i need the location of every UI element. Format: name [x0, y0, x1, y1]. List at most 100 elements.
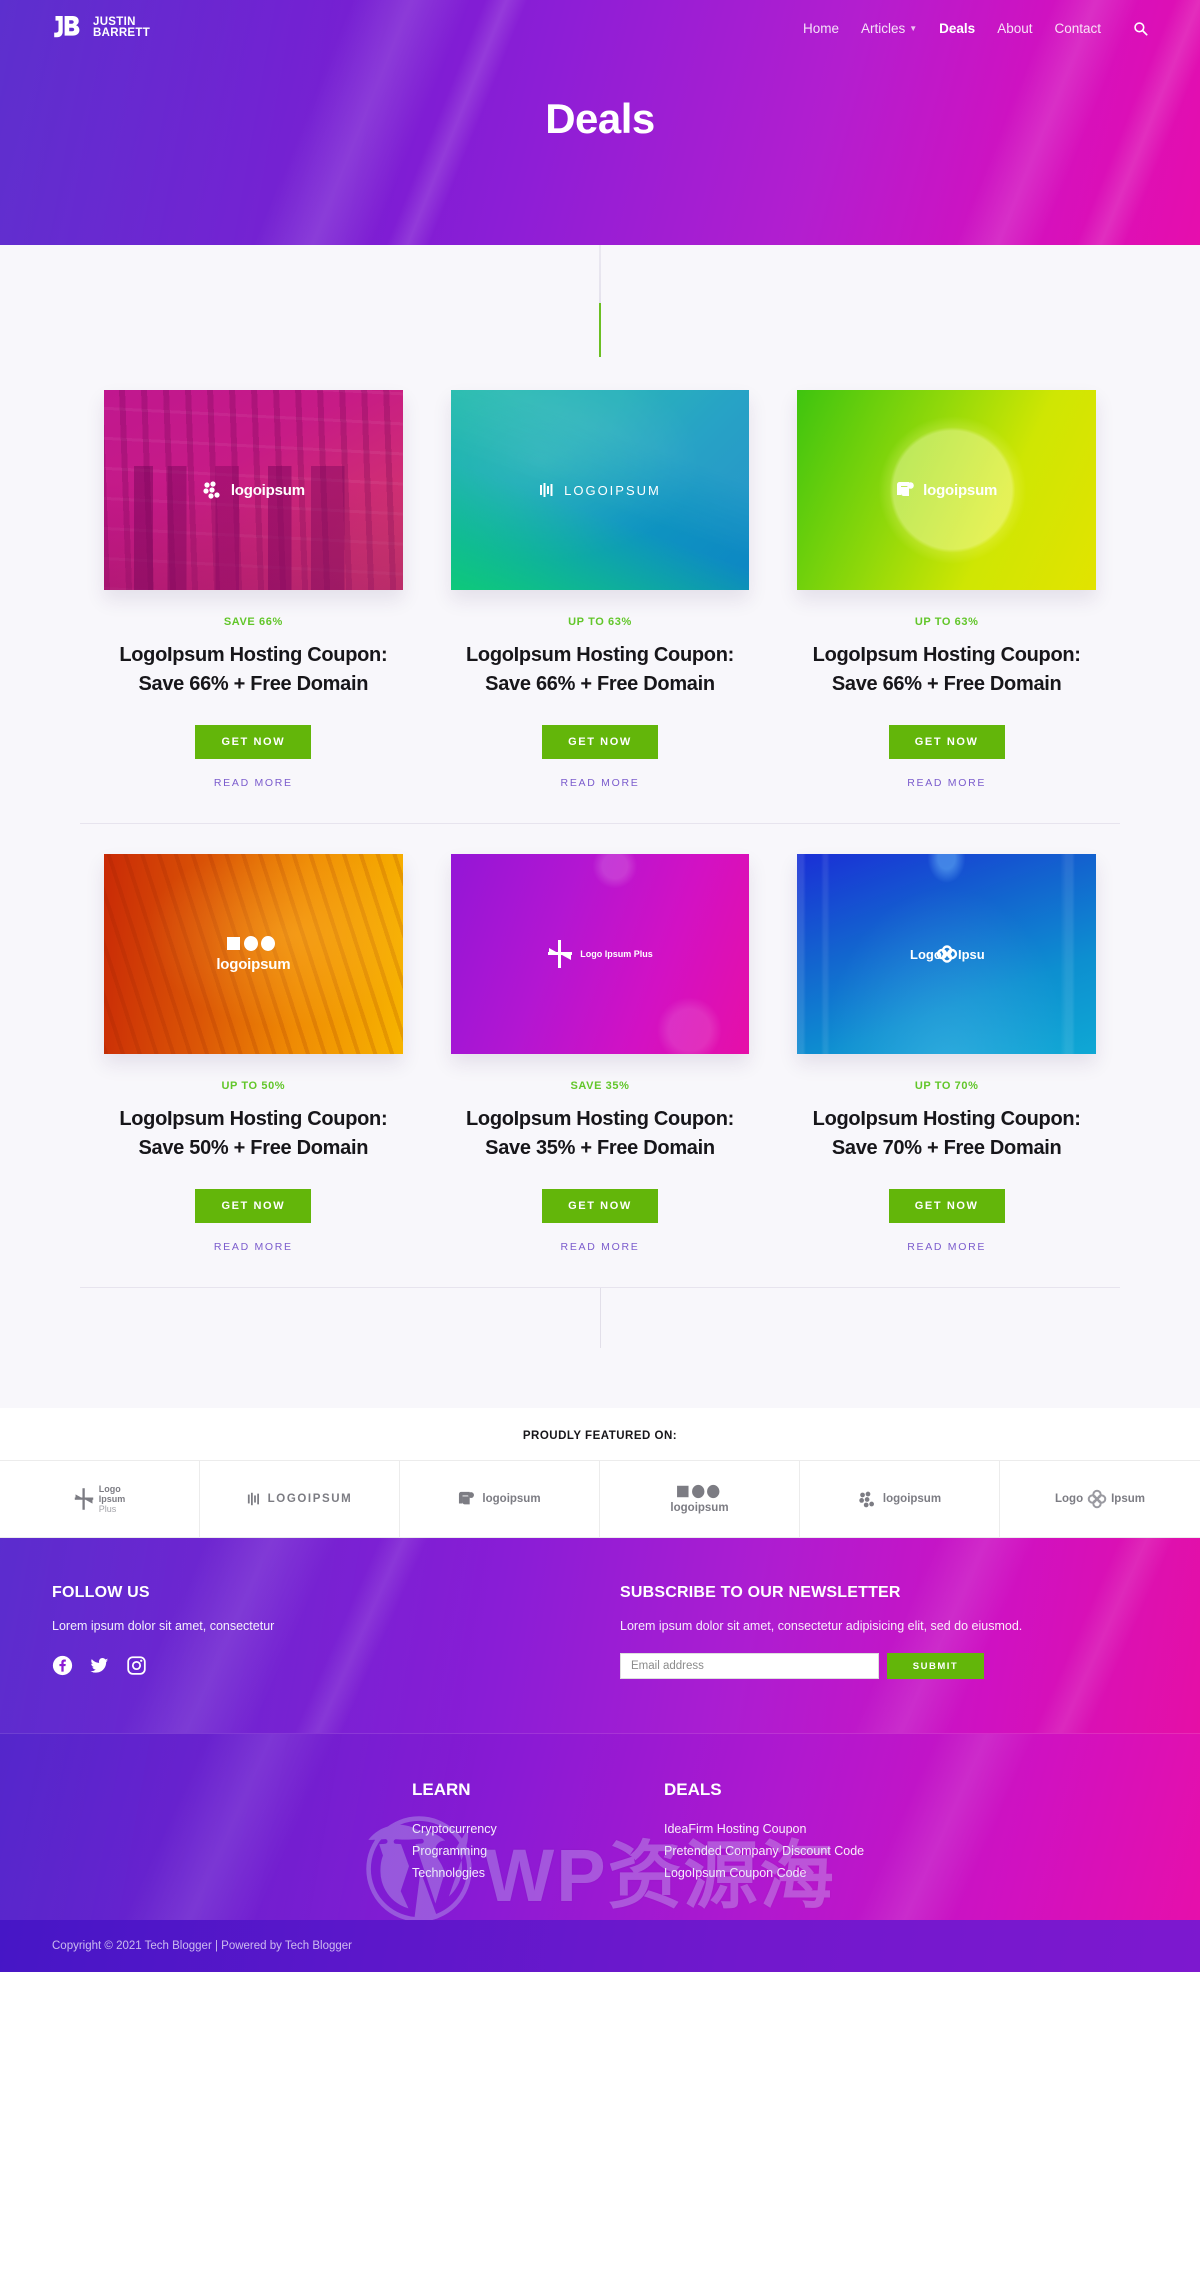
main-nav: Home Articles ▼ Deals About Contact	[803, 21, 1148, 36]
navigation-bar: JUSTIN BARRETT Home Articles ▼ Deals Abo…	[0, 0, 1200, 43]
featured-logo-line2: Ipsum	[98, 1494, 126, 1504]
follow-us-block: FOLLOW US Lorem ipsum dolor sit amet, co…	[52, 1584, 580, 1679]
deal-thumbnail[interactable]: logoipsum	[797, 390, 1096, 590]
deal-thumbnail[interactable]: logoipsum	[104, 390, 403, 590]
nav-label: About	[997, 20, 1033, 36]
copyright-text: Copyright © 2021 Tech Blogger | Powered …	[52, 1940, 352, 1952]
logo-ipsum-plus-icon: Logo Ipsum Plus	[547, 939, 653, 969]
footer-column-heading: LEARN	[412, 1780, 471, 1799]
featured-on-section: PROUDLY FEATURED ON: Logo Ipsum Plus LOG…	[0, 1408, 1200, 1538]
nav-item-home[interactable]: Home	[803, 21, 839, 36]
read-more-link[interactable]: READ MORE	[797, 777, 1096, 789]
logoipsum-bars-icon	[247, 1492, 259, 1506]
nav-label: Deals	[939, 20, 976, 36]
read-more-link[interactable]: READ MORE	[451, 777, 750, 789]
grid-bottom-divider	[80, 1288, 1120, 1348]
featured-logo-text: logoipsum	[882, 1493, 942, 1505]
nav-item-deals[interactable]: Deals	[939, 21, 975, 36]
section-divider	[0, 245, 1200, 390]
logo-ipsum-flower-icon: Logo Ipsum	[910, 942, 984, 966]
deal-badge: UP TO 50%	[221, 1080, 286, 1092]
footer-link[interactable]: Cryptocurrency	[412, 1822, 644, 1836]
deal-thumb-logo-text: Logo Ipsum Plus	[580, 949, 653, 959]
deal-title: LogoIpsum Hosting Coupon: Save 66% + Fre…	[812, 644, 1081, 695]
featured-on-title: PROUDLY FEATURED ON:	[522, 1430, 678, 1442]
svg-text:Ipsum: Ipsum	[958, 947, 984, 962]
nav-label: Home	[802, 20, 839, 36]
deal-thumbnail[interactable]: Logo Ipsum	[797, 854, 1096, 1054]
deal-title: LogoIpsum Hosting Coupon: Save 50% + Fre…	[119, 1108, 388, 1159]
get-now-button[interactable]: GET NOW	[542, 725, 658, 759]
facebook-icon[interactable]	[52, 1655, 73, 1676]
logoipsum-square-icon: logoipsum	[896, 481, 997, 500]
get-now-button[interactable]: GET NOW	[195, 1189, 312, 1223]
featured-logo-item[interactable]: LOGOIPSUM	[200, 1461, 400, 1537]
newsletter-block: SUBSCRIBE TO OUR NEWSLETTER Lorem ipsum …	[620, 1584, 1148, 1679]
logoipsum-dots-icon: logoipsum	[202, 481, 305, 499]
deal-card: LOGOIPSUM UP TO 63% LogoIpsum Hosting Co…	[426, 390, 774, 824]
footer-link[interactable]: IdeaFirm Hosting Coupon	[664, 1822, 896, 1836]
instagram-icon[interactable]	[126, 1655, 147, 1676]
twitter-icon[interactable]	[89, 1655, 110, 1676]
deal-thumbnail[interactable]: Logo Ipsum Plus	[450, 854, 750, 1054]
search-icon[interactable]	[1133, 21, 1148, 36]
footer-column-learn: LEARN Cryptocurrency Programming Technol…	[412, 1780, 644, 1880]
deal-title: LogoIpsum Hosting Coupon: Save 66% + Fre…	[465, 644, 734, 695]
featured-logo-item[interactable]: Logo Ipsum	[1000, 1461, 1200, 1537]
footer-link[interactable]: Pretended Company Discount Code	[664, 1844, 896, 1858]
brand-logo-link[interactable]: JUSTIN BARRETT	[52, 13, 150, 43]
email-input[interactable]	[620, 1653, 879, 1679]
read-more-link[interactable]: READ MORE	[797, 1241, 1096, 1253]
get-now-button[interactable]: GET NOW	[542, 1189, 658, 1223]
featured-logo-item[interactable]: Logo Ipsum Plus	[0, 1461, 200, 1537]
read-more-link[interactable]: READ MORE	[104, 777, 403, 789]
logoipsum-bars-icon: LOGOIPSUM	[539, 481, 661, 499]
featured-logo-text: logoipsum	[670, 1502, 729, 1514]
page-title: Deals	[545, 95, 655, 142]
logoipsum-dots-icon	[859, 1491, 874, 1507]
deal-thumb-logo-text: logoipsum	[923, 481, 998, 499]
featured-logo-item[interactable]: logoipsum	[800, 1461, 1000, 1537]
read-more-link[interactable]: READ MORE	[451, 1241, 750, 1253]
featured-logo-left: Logo	[1055, 1493, 1084, 1505]
newsletter-form: SUBMIT	[620, 1653, 1148, 1679]
logoipsum-shapes-icon: logoipsum	[216, 935, 291, 973]
footer-column-spacer	[916, 1780, 1148, 1880]
featured-logo-item[interactable]: logoipsum	[600, 1461, 800, 1537]
get-now-button[interactable]: GET NOW	[195, 725, 312, 759]
submit-button[interactable]: SUBMIT	[887, 1653, 984, 1679]
deal-thumb-logo-text: logoipsum	[230, 481, 305, 499]
flower-icon	[1087, 1489, 1107, 1509]
footer-link[interactable]: Technologies	[412, 1866, 644, 1880]
featured-logo-item[interactable]: logoipsum	[400, 1461, 600, 1537]
nav-label: Contact	[1054, 20, 1101, 36]
deal-card: Logo Ipsum UP TO 70% LogoIpsum Hosting C…	[773, 824, 1120, 1288]
follow-us-text: Lorem ipsum dolor sit amet, consectetur	[52, 1619, 275, 1633]
nav-item-contact[interactable]: Contact	[1054, 21, 1101, 36]
deal-card: logoipsum UP TO 63% LogoIpsum Hosting Co…	[773, 390, 1120, 824]
get-now-button[interactable]: GET NOW	[888, 1189, 1005, 1223]
deal-thumbnail[interactable]: logoipsum	[104, 854, 403, 1054]
deal-badge: UP TO 70%	[914, 1080, 979, 1092]
footer-link[interactable]: Programming	[412, 1844, 644, 1858]
featured-logo-text: logoipsum	[482, 1493, 541, 1505]
deal-title: LogoIpsum Hosting Coupon: Save 70% + Fre…	[812, 1108, 1081, 1159]
featured-logo-line1: Logo	[98, 1484, 121, 1494]
deal-thumb-logo-text: LOGOIPSUM	[564, 482, 661, 498]
newsletter-heading: SUBSCRIBE TO OUR NEWSLETTER	[620, 1584, 901, 1601]
nav-item-about[interactable]: About	[997, 21, 1032, 36]
get-now-button[interactable]: GET NOW	[888, 725, 1005, 759]
read-more-link[interactable]: READ MORE	[104, 1241, 403, 1253]
deal-thumbnail[interactable]: LOGOIPSUM	[450, 390, 750, 590]
site-header: JUSTIN BARRETT Home Articles ▼ Deals Abo…	[0, 0, 1200, 245]
divider-line	[599, 1288, 601, 1348]
follow-us-heading: FOLLOW US	[52, 1584, 150, 1601]
footer-links-section: LEARN Cryptocurrency Programming Technol…	[0, 1733, 1200, 1920]
nav-label: Articles	[860, 20, 906, 36]
footer-link[interactable]: LogoIpsum Coupon Code	[664, 1866, 896, 1880]
deal-title: LogoIpsum Hosting Coupon: Save 35% + Fre…	[465, 1108, 734, 1159]
deal-badge: UP TO 63%	[914, 616, 979, 628]
nav-item-articles[interactable]: Articles ▼	[861, 21, 917, 36]
social-links	[52, 1655, 580, 1676]
deal-title: LogoIpsum Hosting Coupon: Save 66% + Fre…	[119, 644, 388, 695]
